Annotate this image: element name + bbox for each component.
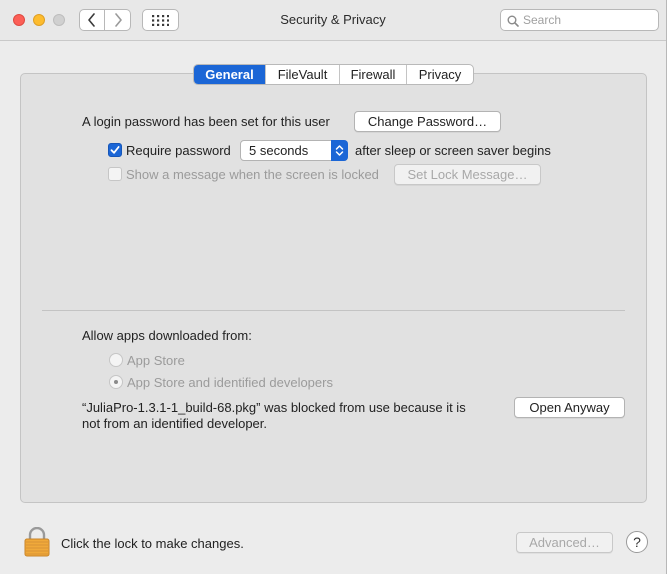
lock-hint-text: Click the lock to make changes.: [61, 536, 244, 551]
tab-privacy[interactable]: Privacy: [406, 65, 473, 84]
section-divider: [42, 310, 625, 311]
checkmark-icon: [110, 146, 120, 154]
lock-button[interactable]: [24, 526, 50, 557]
show-message-label: Show a message when the screen is locked: [126, 167, 379, 182]
show-message-checkbox[interactable]: [108, 167, 122, 181]
help-button[interactable]: ?: [626, 531, 648, 553]
updown-arrows-icon: [335, 145, 344, 156]
radio-app-store[interactable]: [109, 353, 123, 367]
radio-app-store-identified-label: App Store and identified developers: [127, 375, 333, 390]
open-anyway-button[interactable]: Open Anyway: [514, 397, 625, 418]
title-bar: Security & Privacy: [0, 0, 666, 41]
tab-bar: General FileVault Firewall Privacy: [193, 64, 474, 85]
radio-app-store-identified[interactable]: [109, 375, 123, 389]
tab-filevault[interactable]: FileVault: [265, 65, 339, 84]
tab-general[interactable]: General: [194, 65, 265, 84]
login-password-text: A login password has been set for this u…: [82, 114, 330, 129]
allow-apps-heading: Allow apps downloaded from:: [82, 328, 252, 343]
advanced-button[interactable]: Advanced…: [516, 532, 613, 553]
blocked-message-line2: not from an identified developer.: [82, 416, 268, 431]
blocked-message-line1: “JuliaPro-1.3.1-1_build-68.pkg” was bloc…: [82, 400, 466, 415]
require-password-label: Require password: [126, 143, 231, 158]
background-window-edge: [667, 0, 672, 574]
lock-icon: [24, 526, 50, 557]
search-input[interactable]: [523, 11, 653, 29]
settings-panel: [20, 73, 647, 503]
change-password-button[interactable]: Change Password…: [354, 111, 501, 132]
require-password-delay-value: 5 seconds: [249, 143, 309, 158]
security-privacy-window: Security & Privacy General FileVault Fir…: [0, 0, 667, 574]
require-password-checkbox[interactable]: [108, 143, 122, 157]
tab-firewall[interactable]: Firewall: [339, 65, 406, 84]
search-icon: [507, 15, 519, 27]
radio-selected-dot: [114, 380, 118, 384]
set-lock-message-button[interactable]: Set Lock Message…: [394, 164, 541, 185]
radio-app-store-label: App Store: [127, 353, 185, 368]
search-field[interactable]: [500, 9, 659, 31]
require-password-delay-select[interactable]: 5 seconds: [240, 140, 348, 161]
select-arrows: [331, 140, 348, 161]
after-sleep-text: after sleep or screen saver begins: [355, 143, 551, 158]
